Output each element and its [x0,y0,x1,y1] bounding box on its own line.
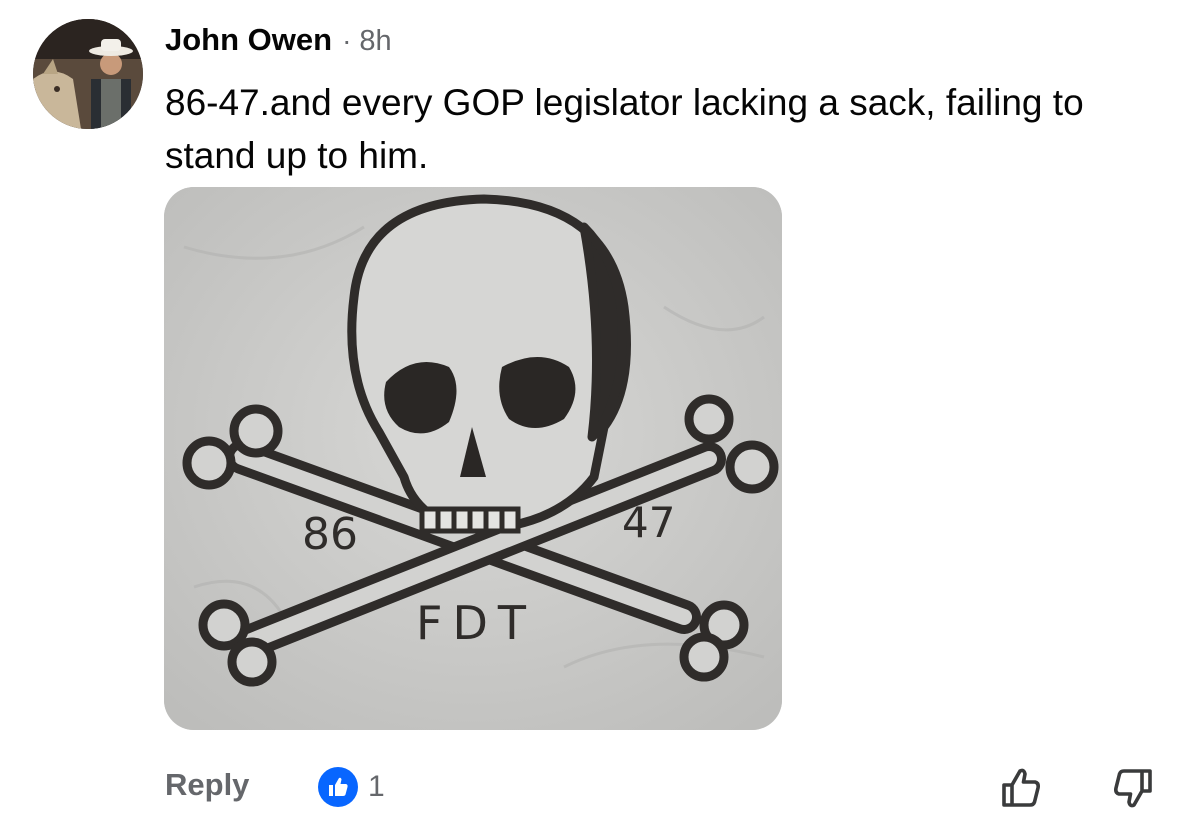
reply-button[interactable]: Reply [165,767,249,803]
reaction-count: 1 [368,770,385,803]
comment-text: 86-47.and every GOP legislator lacking a… [165,82,1084,176]
avatar-image [33,19,143,129]
comment-header: John Owen · 8h [165,22,392,62]
comment: John Owen · 8h 86-47.and every GOP legis… [0,0,1200,834]
author-name[interactable]: John Owen [165,22,332,58]
image-number-left: 86 [302,509,358,560]
thumbs-up-outline-icon[interactable] [998,765,1044,811]
image-number-right: 47 [622,498,675,547]
comment-image[interactable]: 86 47 FDT [164,187,782,730]
skull-and-crossbones-icon: 86 47 FDT [164,187,782,730]
thumbs-down-outline-icon[interactable] [1110,765,1156,811]
timestamp[interactable]: 8h [359,25,391,58]
like-icon [318,767,358,807]
avatar[interactable] [33,19,143,129]
comment-footer: Reply 1 [0,755,1200,819]
reaction-summary[interactable]: 1 [318,767,385,807]
separator-dot: · [342,25,352,56]
image-bottom-text: FDT [416,596,536,650]
